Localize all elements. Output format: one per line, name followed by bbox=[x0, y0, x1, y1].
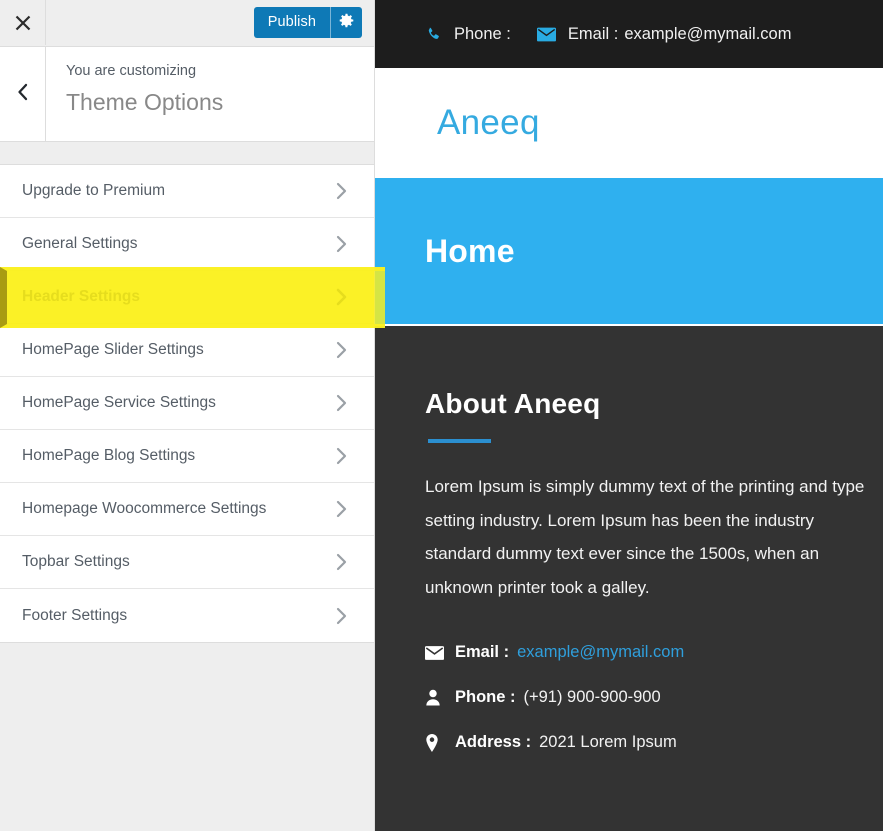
sidebar-item-homepage-slider-settings[interactable]: HomePage Slider Settings bbox=[0, 324, 374, 377]
sidebar-item-label: HomePage Blog Settings bbox=[22, 447, 196, 464]
topbar-email-value: example@mymail.com bbox=[624, 24, 792, 43]
contact-value: (+91) 900-900-900 bbox=[523, 688, 661, 706]
sidebar-item-label: Homepage Woocommerce Settings bbox=[22, 500, 267, 517]
sidebar-item-label: HomePage Service Settings bbox=[22, 394, 216, 411]
sidebar-gap bbox=[0, 142, 374, 165]
person-icon bbox=[425, 689, 455, 706]
chevron-right-icon bbox=[330, 552, 352, 572]
chevron-right-icon bbox=[330, 340, 352, 360]
panel-title: Theme Options bbox=[66, 89, 224, 115]
back-button[interactable] bbox=[0, 47, 46, 141]
envelope-icon bbox=[536, 27, 556, 42]
topbar-email: Email : example@mymail.com bbox=[536, 24, 792, 44]
banner-title: Home bbox=[425, 232, 515, 269]
chevron-right-icon bbox=[330, 499, 352, 519]
close-customizer-button[interactable] bbox=[0, 0, 46, 45]
phone-icon bbox=[425, 26, 442, 43]
site-preview: Phone : Email : example@mymail.com Aneeq… bbox=[375, 0, 883, 831]
sidebar-item-homepage-blog-settings[interactable]: HomePage Blog Settings bbox=[0, 430, 374, 483]
sidebar-item-label: Header Settings bbox=[22, 288, 141, 305]
sidebar-item-header-settings[interactable]: Header Settings bbox=[0, 271, 374, 324]
contact-row: Email : example@mymail.com bbox=[425, 630, 883, 675]
sidebar-item-label: General Settings bbox=[22, 235, 138, 252]
site-topbar: Phone : Email : example@mymail.com bbox=[375, 0, 883, 68]
publish-settings-button[interactable] bbox=[331, 7, 362, 38]
map-pin-icon bbox=[425, 733, 455, 752]
contact-label: Email : bbox=[455, 643, 510, 661]
sidebar-item-upgrade-to-premium[interactable]: Upgrade to Premium bbox=[0, 165, 374, 218]
about-body-text: Lorem Ipsum is simply dummy text of the … bbox=[425, 477, 865, 597]
contact-value-link[interactable]: example@mymail.com bbox=[517, 643, 684, 662]
publish-group: Publish bbox=[253, 7, 362, 38]
site-title[interactable]: Aneeq bbox=[437, 103, 540, 143]
about-contact-list: Email : example@mymail.com Phone : (+91) 90… bbox=[425, 630, 883, 765]
chevron-right-icon bbox=[330, 181, 352, 201]
site-header: Aneeq bbox=[375, 68, 883, 178]
contact-value: 2021 Lorem Ipsum bbox=[539, 733, 677, 751]
contact-row: Phone : (+91) 900-900-900 bbox=[425, 675, 883, 720]
customizer-header: You are customizing Theme Options bbox=[0, 47, 374, 142]
about-heading-rule bbox=[428, 439, 491, 443]
sidebar-item-homepage-service-settings[interactable]: HomePage Service Settings bbox=[0, 377, 374, 430]
customizing-kicker: You are customizing bbox=[66, 63, 197, 79]
sidebar-item-label: Upgrade to Premium bbox=[22, 182, 166, 199]
header-titles: You are customizing Theme Options bbox=[46, 47, 374, 141]
customizer-screen: Publish You are customizing Theme Option… bbox=[0, 0, 883, 831]
topbar-phone: Phone : bbox=[425, 25, 511, 44]
chevron-right-icon bbox=[330, 393, 352, 413]
contact-label: Address : bbox=[455, 733, 532, 751]
customizer-topbar: Publish bbox=[0, 0, 374, 47]
close-icon bbox=[14, 14, 32, 32]
chevron-right-icon bbox=[330, 287, 352, 307]
chevron-right-icon bbox=[330, 234, 352, 254]
customizer-menu-list: Upgrade to Premium General Settings Header… bbox=[0, 165, 374, 643]
chevron-left-icon bbox=[15, 82, 31, 107]
sidebar-item-label: HomePage Slider Settings bbox=[22, 341, 204, 358]
sidebar-item-footer-settings[interactable]: Footer Settings bbox=[0, 589, 374, 642]
sidebar-item-label: Footer Settings bbox=[22, 606, 128, 624]
chevron-right-icon bbox=[330, 446, 352, 466]
publish-button[interactable]: Publish bbox=[254, 7, 330, 38]
topbar-email-label: Email : bbox=[567, 24, 619, 43]
sidebar-item-label: Topbar Settings bbox=[22, 553, 130, 570]
topbar-phone-label: Phone : bbox=[454, 24, 511, 43]
contact-row: Address : 2021 Lorem Ipsum bbox=[425, 720, 883, 765]
page-banner: Home bbox=[375, 178, 883, 326]
chevron-right-icon bbox=[330, 606, 352, 626]
envelope-icon bbox=[425, 645, 455, 660]
customizer-sidebar: Publish You are customizing Theme Option… bbox=[0, 0, 375, 831]
about-section: About Aneeq Lorem Ipsum is simply dummy … bbox=[375, 326, 883, 765]
about-heading: About Aneeq bbox=[425, 388, 601, 419]
sidebar-item-homepage-woocommerce-settings[interactable]: Homepage Woocommerce Settings bbox=[0, 483, 374, 536]
sidebar-item-topbar-settings[interactable]: Topbar Settings bbox=[0, 536, 374, 589]
sidebar-item-general-settings[interactable]: General Settings bbox=[0, 218, 374, 271]
gear-icon bbox=[338, 12, 355, 34]
contact-label: Phone : bbox=[455, 688, 516, 706]
